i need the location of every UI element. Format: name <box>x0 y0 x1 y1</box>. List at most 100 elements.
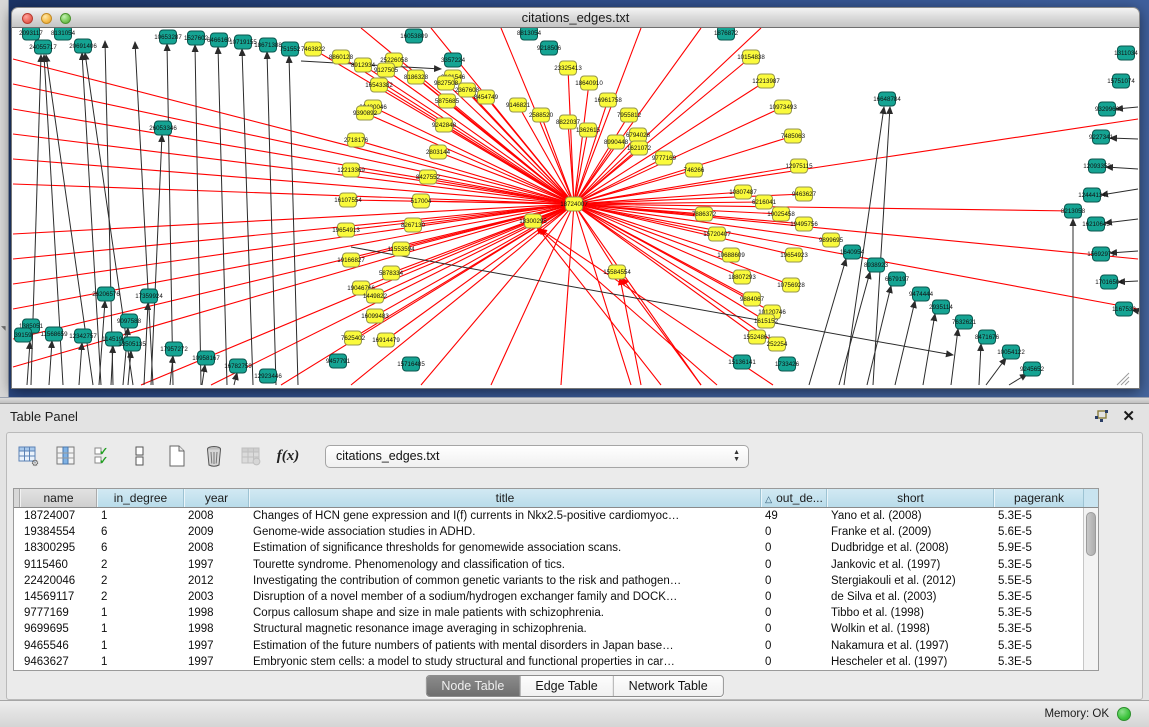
graph-node[interactable]: 8131054 <box>51 28 76 40</box>
cell-in_degree[interactable]: 6 <box>97 524 184 540</box>
cell-out_degree[interactable]: 0 <box>761 540 827 556</box>
cell-out_degree[interactable]: 0 <box>761 605 827 621</box>
cell-in_degree[interactable]: 1 <box>97 621 184 637</box>
graph-edge[interactable] <box>167 44 173 385</box>
graph-node[interactable]: 8213058 <box>1061 204 1086 218</box>
graph-node[interactable]: 12444134 <box>1078 188 1106 202</box>
table-selector-dropdown[interactable]: citations_edges.txt ▲▼ <box>325 445 749 468</box>
cell-pagerank[interactable]: 5.3E-5 <box>994 508 1083 524</box>
graph-node[interactable]: 8860128 <box>329 50 354 64</box>
graph-node[interactable]: 1876872 <box>714 28 739 40</box>
cell-year[interactable]: 1997 <box>184 557 249 573</box>
graph-node[interactable]: 7485063 <box>781 129 806 143</box>
function-builder-icon[interactable]: f(x) <box>276 444 300 468</box>
cell-out_degree[interactable]: 49 <box>761 508 827 524</box>
table-row[interactable]: 946554611997Estimation of the future num… <box>14 638 1083 654</box>
graph-edge[interactable] <box>13 59 574 204</box>
cell-in_degree[interactable]: 2 <box>97 573 184 589</box>
graph-node[interactable]: 16210643 <box>1082 217 1110 231</box>
cell-short[interactable]: Nakamura et al. (1997) <box>827 638 994 654</box>
cell-year[interactable]: 1997 <box>184 654 249 670</box>
graph-edge[interactable] <box>27 342 30 385</box>
graph-node[interactable]: 9777169 <box>652 151 677 165</box>
graph-node[interactable]: 9097588 <box>117 314 142 328</box>
graph-node[interactable]: 10688609 <box>717 248 745 262</box>
graph-node[interactable]: 9218506 <box>537 41 562 55</box>
graph-node[interactable]: 9329966 <box>1095 102 1120 116</box>
cell-out_degree[interactable]: 0 <box>761 557 827 573</box>
cell-year[interactable]: 2008 <box>184 540 249 556</box>
graph-node[interactable]: 18640910 <box>575 76 603 90</box>
cell-short[interactable]: Tibbo et al. (1998) <box>827 605 994 621</box>
graph-edge[interactable] <box>421 204 574 385</box>
cell-title[interactable]: Disruption of a novel member of a sodium… <box>249 589 761 605</box>
cell-title[interactable]: Corpus callosum shape and size in male p… <box>249 605 761 621</box>
cell-year[interactable]: 1998 <box>184 605 249 621</box>
graph-node[interactable]: 19495756 <box>790 217 818 231</box>
graph-node[interactable]: 10025458 <box>767 207 795 221</box>
graph-edge[interactable] <box>538 228 717 385</box>
graph-node[interactable]: 2935114 <box>929 300 953 314</box>
graph-node[interactable]: 12923446 <box>254 369 282 383</box>
table-row[interactable]: 977716911998Corpus callosum shape and si… <box>14 605 1083 621</box>
cell-title[interactable]: Estimation of significance thresholds fo… <box>249 540 761 556</box>
graph-node[interactable]: 11568659 <box>40 327 68 341</box>
minimize-window-button[interactable] <box>41 13 52 24</box>
graph-node[interactable]: 6679197 <box>885 272 910 286</box>
cell-title[interactable]: Changes of HCN gene expression and I(f) … <box>249 508 761 524</box>
graph-edge[interactable] <box>13 109 574 204</box>
graph-node[interactable]: 16961758 <box>594 93 622 107</box>
graph-edge[interactable] <box>195 45 201 385</box>
graph-edge[interactable] <box>242 49 253 385</box>
graph-node[interactable]: 517004 <box>411 194 432 208</box>
graph-node[interactable]: 9884067 <box>740 292 765 306</box>
cell-title[interactable]: Structural magnetic resonance image aver… <box>249 621 761 637</box>
cell-year[interactable]: 2003 <box>184 589 249 605</box>
graph-node[interactable]: 7886372 <box>692 207 717 221</box>
graph-node[interactable]: 17016504 <box>1095 275 1123 289</box>
table-row[interactable]: 946362711997Embryonic stem cells: a mode… <box>14 654 1083 670</box>
cell-name[interactable]: 19384554 <box>20 524 97 540</box>
cell-year[interactable]: 1997 <box>184 638 249 654</box>
vertical-scrollbar[interactable] <box>1083 508 1098 670</box>
cell-short[interactable]: Yano et al. (2008) <box>827 508 994 524</box>
cell-pagerank[interactable]: 5.6E-5 <box>994 524 1083 540</box>
graph-node[interactable]: 5878334 <box>379 266 404 280</box>
graph-edge[interactable] <box>1110 138 1138 139</box>
column-header-title[interactable]: title <box>249 489 761 507</box>
graph-edge[interactable] <box>1101 189 1138 195</box>
graph-edge[interactable] <box>895 301 915 385</box>
graph-node[interactable]: 10653287 <box>154 30 182 44</box>
canvas-resize-grip-icon[interactable] <box>1121 377 1129 385</box>
cell-year[interactable]: 2012 <box>184 573 249 589</box>
cell-short[interactable]: Franke et al. (2009) <box>827 524 994 540</box>
cell-short[interactable]: Hescheler et al. (1997) <box>827 654 994 670</box>
graph-node[interactable]: 16782759 <box>224 359 252 373</box>
graph-edge[interactable] <box>951 329 958 385</box>
graph-node[interactable]: 23325413 <box>554 61 582 75</box>
graph-node[interactable]: 9899695 <box>819 233 844 247</box>
graph-node[interactable]: 16648784 <box>873 92 901 106</box>
zoom-window-button[interactable] <box>60 13 71 24</box>
graph-node[interactable]: 1733426 <box>775 357 800 371</box>
graph-edge[interactable] <box>135 42 153 385</box>
cell-in_degree[interactable]: 1 <box>97 508 184 524</box>
show-columns-icon[interactable] <box>54 444 78 468</box>
cell-short[interactable]: Stergiakouli et al. (2012) <box>827 573 994 589</box>
cell-year[interactable]: 2009 <box>184 524 249 540</box>
cell-pagerank[interactable]: 5.3E-5 <box>994 638 1083 654</box>
graph-node[interactable]: 1311034 <box>1114 46 1138 60</box>
graph-edge[interactable] <box>289 56 298 385</box>
graph-node[interactable]: 12342757 <box>69 329 97 343</box>
graph-node[interactable]: 9227341 <box>1089 130 1114 144</box>
graph-edge[interactable] <box>1105 219 1138 223</box>
graph-edge[interactable] <box>574 204 617 272</box>
graph-edge[interactable] <box>351 247 953 355</box>
cell-pagerank[interactable]: 5.3E-5 <box>994 589 1083 605</box>
tab-network-table[interactable]: Network Table <box>614 676 723 696</box>
cell-out_degree[interactable]: 0 <box>761 638 827 654</box>
cell-out_degree[interactable]: 0 <box>761 524 827 540</box>
graph-node[interactable]: 12093352 <box>1083 159 1111 173</box>
panel-splitter[interactable] <box>0 397 1149 404</box>
scrollbar-thumb[interactable] <box>1086 512 1096 556</box>
